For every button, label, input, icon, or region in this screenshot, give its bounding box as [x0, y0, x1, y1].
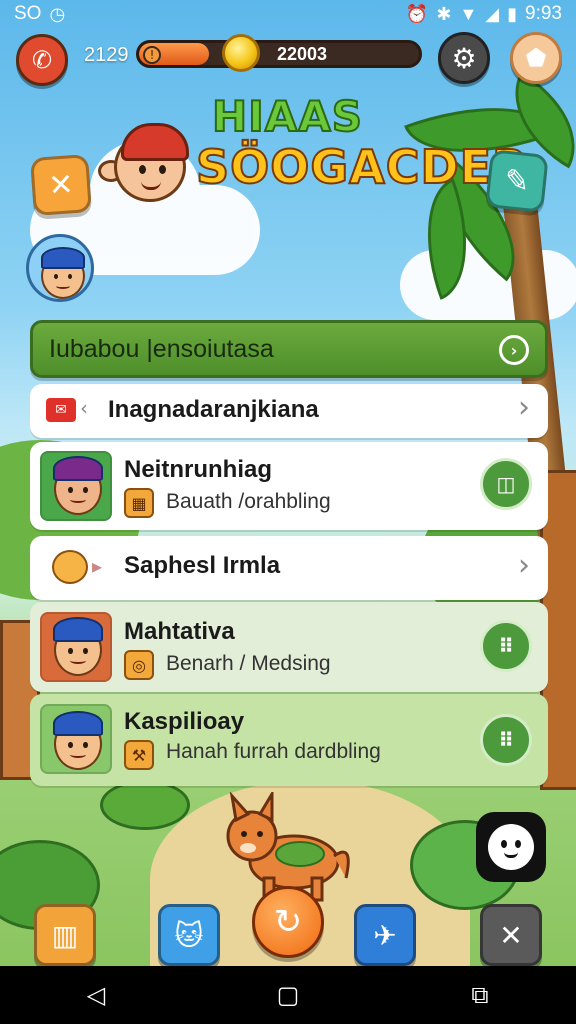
- mascot-character: [114, 123, 189, 202]
- pet-button[interactable]: 🐱: [158, 904, 220, 966]
- badge-button[interactable]: ⬟: [510, 32, 562, 84]
- chevron-right-circle-icon[interactable]: ›: [499, 335, 529, 365]
- list-item[interactable]: Kaspilioay ⚒ Hanah furrah dardbling ⠿: [30, 694, 548, 786]
- map-button[interactable]: ▥: [34, 904, 96, 966]
- game-title-line2: SÖOGACDER: [195, 139, 529, 195]
- list-item-subtitle: Hanah furrah dardbling: [166, 740, 381, 763]
- chevron-right-icon: ›: [518, 548, 530, 583]
- lock-icon: !: [143, 46, 161, 64]
- settings-button[interactable]: ⚙: [438, 32, 490, 84]
- energy-value: 22003: [277, 44, 328, 64]
- action-button[interactable]: ◫: [480, 458, 532, 510]
- chevron-right-icon: ›: [518, 390, 530, 425]
- list-item-title: Mahtativa: [124, 618, 235, 645]
- dots-grid-icon: ⠿: [498, 634, 514, 658]
- status-left-text: SO: [14, 3, 42, 24]
- system-nav-bar: ◁ ▢ ⧉: [0, 966, 576, 1024]
- play-arrow-icon: ▸: [92, 554, 103, 578]
- main-action-button[interactable]: ↻: [252, 886, 324, 958]
- list-item[interactable]: ✉ ‹ Inagnadaranjkiana ›: [30, 384, 548, 438]
- alarm-icon: ⏰: [405, 3, 429, 24]
- more-options-button[interactable]: ⠿: [480, 620, 532, 672]
- coin-icon[interactable]: [222, 34, 260, 72]
- friend-avatar: [40, 451, 112, 521]
- bear-icon: [52, 550, 88, 584]
- building-icon: ▦: [124, 488, 154, 518]
- pencil-icon: ✎: [502, 162, 532, 200]
- bush: [100, 780, 190, 830]
- refresh-icon: ↻: [273, 902, 303, 942]
- list-item-title: Inagnadaranjkiana: [108, 396, 319, 423]
- cat-icon: 🐱: [174, 918, 204, 952]
- settings-status-icon: ✱: [436, 3, 452, 24]
- home-nav-icon[interactable]: ▢: [258, 981, 318, 1009]
- list-item-title: Neitnrunhiag: [124, 456, 272, 483]
- player-number: 2129: [84, 44, 129, 66]
- list-header[interactable]: Iubabou |ensoiutasa ›: [30, 320, 548, 378]
- bird-icon: ✈: [373, 918, 397, 952]
- phone-button[interactable]: ✆: [16, 34, 68, 86]
- back-nav-icon[interactable]: ◁: [66, 981, 126, 1009]
- badge-icon: ⬟: [525, 44, 547, 72]
- list-item-subtitle: Bauath /orahbling: [166, 490, 331, 513]
- wifi-icon: ▼: [459, 3, 478, 24]
- friend-avatar: [40, 612, 112, 682]
- friend-avatar: [40, 704, 112, 774]
- close-button[interactable]: ✕: [30, 154, 92, 216]
- tools-icon: ✕: [499, 918, 523, 952]
- avatar-face: [40, 247, 86, 299]
- list-header-title: Iubabou |ensoiutasa: [49, 334, 274, 363]
- more-options-button[interactable]: ⠿: [480, 714, 532, 766]
- dots-grid-icon: ⠿: [498, 728, 514, 752]
- map-pin-icon: ◎: [124, 650, 154, 680]
- signal-icon: ◢: [485, 3, 500, 24]
- list-item[interactable]: Neitnrunhiag ▦ Bauath /orahbling ◫: [30, 442, 548, 530]
- list-item-title: Saphesl Irmla: [124, 552, 281, 579]
- status-time: 9:93: [525, 3, 562, 24]
- energy-bar: ! 22003: [136, 40, 422, 68]
- list-item[interactable]: Mahtativa ◎ Benarh / Medsing ⠿: [30, 602, 548, 692]
- phone-icon: ✆: [31, 46, 53, 74]
- list-item-subtitle: Benarh / Medsing: [166, 652, 331, 675]
- list-item-title: Kaspilioay: [124, 708, 245, 735]
- bird-button[interactable]: ✈: [354, 904, 416, 966]
- camera-icon: ◫: [496, 472, 516, 496]
- player-avatar[interactable]: [26, 234, 94, 302]
- battery-icon: ▮: [507, 3, 518, 24]
- game-title-line1: HIAAS: [211, 91, 364, 142]
- ghost-icon: [488, 824, 534, 870]
- tools-button[interactable]: ✕: [480, 904, 542, 966]
- recents-nav-icon[interactable]: ⧉: [450, 981, 510, 1009]
- map-icon: ▥: [51, 918, 79, 952]
- edit-button[interactable]: ✎: [485, 149, 549, 213]
- hammer-icon: ⚒: [124, 740, 154, 770]
- clock-icon: ◷: [49, 3, 66, 24]
- back-arrow-icon: ‹: [80, 396, 88, 420]
- gear-icon: ⚙: [451, 41, 477, 75]
- chat-button[interactable]: [476, 812, 546, 882]
- close-icon: ✕: [47, 166, 75, 204]
- mail-icon: ✉: [46, 398, 76, 422]
- list-item[interactable]: ▸ Saphesl Irmla ›: [30, 536, 548, 600]
- status-bar: SO ◷ ⏰ ✱ ▼ ◢ ▮ 9:93: [0, 0, 576, 28]
